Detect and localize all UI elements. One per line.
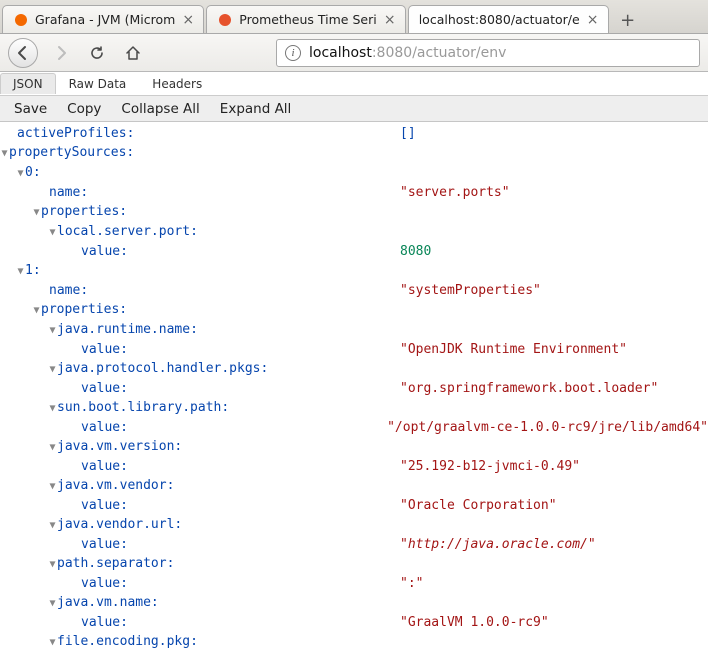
json-row[interactable]: ▼java.runtime.name:	[0, 320, 708, 340]
tab-title: localhost:8080/actuator/e	[419, 12, 580, 27]
json-row[interactable]: ▼local.server.port:	[0, 222, 708, 242]
twisty-down-icon[interactable]: ▼	[48, 321, 57, 340]
json-row[interactable]: value: "Oracle Corporation"	[0, 496, 708, 515]
browser-tab-strip: Grafana - JVM (Microm × Prometheus Time …	[0, 0, 708, 34]
json-row[interactable]: name: "server.ports"	[0, 183, 708, 202]
json-value: ":"	[400, 574, 423, 593]
json-value: "server.ports"	[400, 183, 510, 202]
json-value: "systemProperties"	[400, 281, 541, 300]
twisty-down-icon[interactable]: ▼	[48, 555, 57, 574]
tab-raw-data[interactable]: Raw Data	[56, 73, 140, 94]
twisty-down-icon[interactable]: ▼	[48, 360, 57, 379]
arrow-right-icon	[53, 45, 69, 61]
json-row[interactable]: ▼java.vm.vendor:	[0, 476, 708, 496]
site-info-icon[interactable]: i	[285, 45, 301, 61]
browser-tab-actuator[interactable]: localhost:8080/actuator/e ×	[408, 5, 609, 33]
json-row[interactable]: ▼java.vm.name:	[0, 593, 708, 613]
twisty-down-icon[interactable]: ▼	[32, 301, 41, 320]
address-bar[interactable]: i localhost:8080/actuator/env	[276, 39, 700, 67]
json-row[interactable]: ▼properties:	[0, 300, 708, 320]
forward-button[interactable]	[48, 40, 74, 66]
back-button[interactable]	[8, 38, 38, 68]
twisty-down-icon[interactable]: ▼	[48, 516, 57, 535]
json-row[interactable]: ▼sun.boot.library.path:	[0, 398, 708, 418]
close-icon[interactable]: ×	[383, 12, 397, 28]
twisty-down-icon[interactable]: ▼	[16, 262, 25, 281]
collapse-all-button[interactable]: Collapse All	[111, 99, 209, 119]
twisty-down-icon[interactable]: ▼	[0, 144, 9, 163]
twisty-down-icon[interactable]: ▼	[48, 633, 57, 652]
home-button[interactable]	[120, 40, 146, 66]
json-value: "GraalVM 1.0.0-rc9"	[400, 613, 549, 632]
json-row[interactable]: value: "http://java.oracle.com/"	[0, 535, 708, 554]
copy-button[interactable]: Copy	[57, 99, 111, 119]
json-row[interactable]: activeProfiles: []	[0, 124, 708, 143]
json-row[interactable]: value: "/opt/graalvm-ce-1.0.0-rc9/jre/li…	[0, 418, 708, 437]
tab-headers[interactable]: Headers	[139, 73, 215, 94]
new-tab-button[interactable]: +	[614, 7, 642, 33]
twisty-down-icon[interactable]: ▼	[32, 203, 41, 222]
browser-tab-grafana[interactable]: Grafana - JVM (Microm ×	[2, 5, 204, 33]
json-row[interactable]: value: "OpenJDK Runtime Environment"	[0, 340, 708, 359]
reload-button[interactable]	[84, 40, 110, 66]
navigation-toolbar: i localhost:8080/actuator/env	[0, 34, 708, 72]
json-row[interactable]: ▼properties:	[0, 202, 708, 222]
json-action-bar: Save Copy Collapse All Expand All	[0, 96, 708, 122]
json-viewer-tabs: JSON Raw Data Headers	[0, 72, 708, 96]
tab-title: Prometheus Time Seri	[239, 12, 376, 27]
json-row[interactable]: ▼java.protocol.handler.pkgs:	[0, 359, 708, 379]
expand-all-button[interactable]: Expand All	[210, 99, 302, 119]
json-row[interactable]: ▼file.encoding.pkg:	[0, 632, 708, 652]
json-row[interactable]: value: "org.springframework.boot.loader"	[0, 379, 708, 398]
json-row[interactable]: ▼java.vm.version:	[0, 437, 708, 457]
twisty-down-icon[interactable]: ▼	[48, 477, 57, 496]
twisty-down-icon[interactable]: ▼	[16, 164, 25, 183]
json-row[interactable]: ▼path.separator:	[0, 554, 708, 574]
close-icon[interactable]: ×	[181, 12, 195, 28]
json-value: []	[400, 124, 416, 143]
json-tree: activeProfiles: [] ▼propertySources: ▼0:…	[0, 122, 708, 652]
twisty-down-icon[interactable]: ▼	[48, 223, 57, 242]
reload-icon	[89, 45, 105, 61]
tab-title: Grafana - JVM (Microm	[35, 12, 175, 27]
json-row[interactable]: ▼propertySources:	[0, 143, 708, 163]
twisty-down-icon[interactable]: ▼	[48, 438, 57, 457]
tab-json[interactable]: JSON	[0, 73, 56, 94]
json-row[interactable]: value: ":"	[0, 574, 708, 593]
json-value: "25.192-b12-jvmci-0.49"	[400, 457, 580, 476]
twisty-down-icon[interactable]: ▼	[48, 594, 57, 613]
json-row[interactable]: ▼java.vendor.url:	[0, 515, 708, 535]
arrow-left-icon	[15, 45, 31, 61]
json-value: "Oracle Corporation"	[400, 496, 557, 515]
json-value: 8080	[400, 242, 431, 261]
prometheus-icon	[217, 12, 233, 28]
json-row[interactable]: value: "25.192-b12-jvmci-0.49"	[0, 457, 708, 476]
url-text: localhost:8080/actuator/env	[309, 45, 506, 61]
json-value: "org.springframework.boot.loader"	[400, 379, 658, 398]
json-row[interactable]: ▼0:	[0, 163, 708, 183]
home-icon	[125, 45, 141, 61]
json-value: "http://java.oracle.com/"	[400, 535, 596, 554]
browser-tab-prometheus[interactable]: Prometheus Time Seri ×	[206, 5, 405, 33]
grafana-icon	[13, 12, 29, 28]
close-icon[interactable]: ×	[586, 12, 600, 28]
json-value: "OpenJDK Runtime Environment"	[400, 340, 627, 359]
json-row[interactable]: name: "systemProperties"	[0, 281, 708, 300]
json-row[interactable]: ▼1:	[0, 261, 708, 281]
twisty-down-icon[interactable]: ▼	[48, 399, 57, 418]
save-button[interactable]: Save	[4, 99, 57, 119]
json-row[interactable]: value: 8080	[0, 242, 708, 261]
json-value: "/opt/graalvm-ce-1.0.0-rc9/jre/lib/amd64…	[387, 418, 708, 437]
json-row[interactable]: value: "GraalVM 1.0.0-rc9"	[0, 613, 708, 632]
